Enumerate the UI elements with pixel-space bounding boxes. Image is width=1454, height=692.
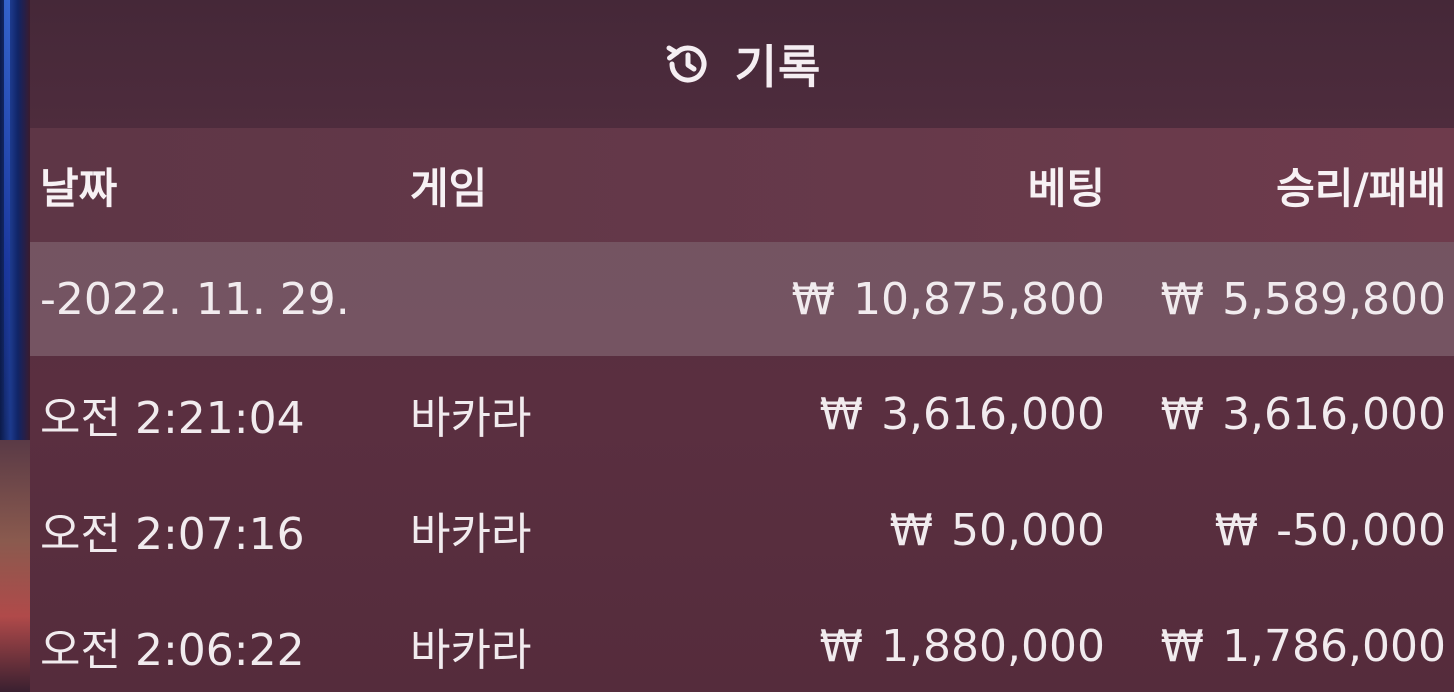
row-result-value: 1,786,000 bbox=[1222, 620, 1446, 672]
panel-title: 기록 bbox=[734, 40, 822, 94]
row-game: 바카라 bbox=[410, 393, 532, 444]
row-result: ₩1,786,000 bbox=[1105, 621, 1454, 672]
won-symbol: ₩ bbox=[1160, 388, 1205, 440]
row-result: ₩3,616,000 bbox=[1105, 389, 1454, 440]
won-symbol: ₩ bbox=[1214, 504, 1259, 556]
background-artwork bbox=[0, 440, 30, 692]
won-symbol: ₩ bbox=[791, 273, 836, 325]
row-bet-value: 50,000 bbox=[951, 504, 1105, 556]
history-icon bbox=[663, 39, 713, 89]
background-strip bbox=[0, 0, 30, 692]
row-result-value: 3,616,000 bbox=[1222, 388, 1446, 440]
table-row[interactable]: 오전 2:21:04 바카라 ₩3,616,000 ₩3,616,000 bbox=[30, 356, 1454, 472]
row-bet: ₩50,000 bbox=[720, 505, 1105, 556]
table-row[interactable]: 오전 2:07:16 바카라 ₩50,000 ₩ -50,000 bbox=[30, 472, 1454, 588]
won-symbol: ₩ bbox=[889, 504, 934, 556]
panel-header: 기록 bbox=[30, 0, 1454, 128]
won-symbol: ₩ bbox=[819, 388, 864, 440]
won-symbol: ₩ bbox=[819, 620, 864, 672]
row-bet: ₩1,880,000 bbox=[720, 621, 1105, 672]
row-time: 오전 2:07:16 bbox=[40, 509, 305, 560]
row-bet: ₩3,616,000 bbox=[720, 389, 1105, 440]
row-bet-value: 3,616,000 bbox=[881, 388, 1105, 440]
group-bet-value: 10,875,800 bbox=[853, 273, 1105, 325]
won-symbol: ₩ bbox=[1160, 273, 1205, 325]
row-result: ₩ -50,000 bbox=[1105, 505, 1454, 556]
row-game: 바카라 bbox=[410, 625, 532, 676]
column-date: 날짜 bbox=[40, 163, 118, 213]
column-game: 게임 bbox=[410, 163, 488, 213]
table-header: 날짜 게임 베팅 승리/패배 bbox=[30, 128, 1454, 242]
group-bet: ₩10,875,800 bbox=[720, 274, 1105, 325]
history-panel: 기록 날짜 게임 베팅 승리/패배 -2022. 11. 29. ₩10,875… bbox=[30, 0, 1454, 692]
column-bet: 베팅 bbox=[1027, 163, 1105, 213]
group-result-value: 5,589,800 bbox=[1222, 273, 1446, 325]
group-date: -2022. 11. 29. bbox=[40, 273, 350, 325]
won-symbol: ₩ bbox=[1160, 620, 1205, 672]
row-game: 바카라 bbox=[410, 509, 532, 560]
table-row[interactable]: 오전 2:06:22 바카라 ₩1,880,000 ₩1,786,000 bbox=[30, 588, 1454, 692]
row-time: 오전 2:21:04 bbox=[40, 393, 305, 444]
row-result-value: -50,000 bbox=[1276, 504, 1446, 556]
background-glow bbox=[4, 0, 10, 440]
row-time: 오전 2:06:22 bbox=[40, 625, 305, 676]
group-result: ₩5,589,800 bbox=[1105, 274, 1454, 325]
column-result: 승리/패배 bbox=[1276, 163, 1446, 213]
date-group-row[interactable]: -2022. 11. 29. ₩10,875,800 ₩5,589,800 bbox=[30, 242, 1454, 356]
row-bet-value: 1,880,000 bbox=[881, 620, 1105, 672]
